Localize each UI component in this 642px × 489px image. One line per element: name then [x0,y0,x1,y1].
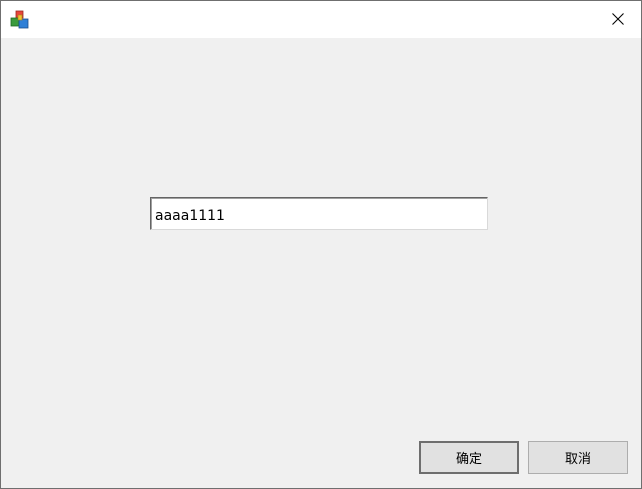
app-icon [10,10,30,30]
cancel-button[interactable]: 取消 [528,441,628,474]
dialog-window: 确定 取消 [0,0,642,489]
close-button[interactable] [595,1,641,38]
text-input[interactable] [150,197,488,230]
close-icon [612,10,624,29]
ok-button[interactable]: 确定 [419,441,519,474]
title-bar [1,1,641,38]
